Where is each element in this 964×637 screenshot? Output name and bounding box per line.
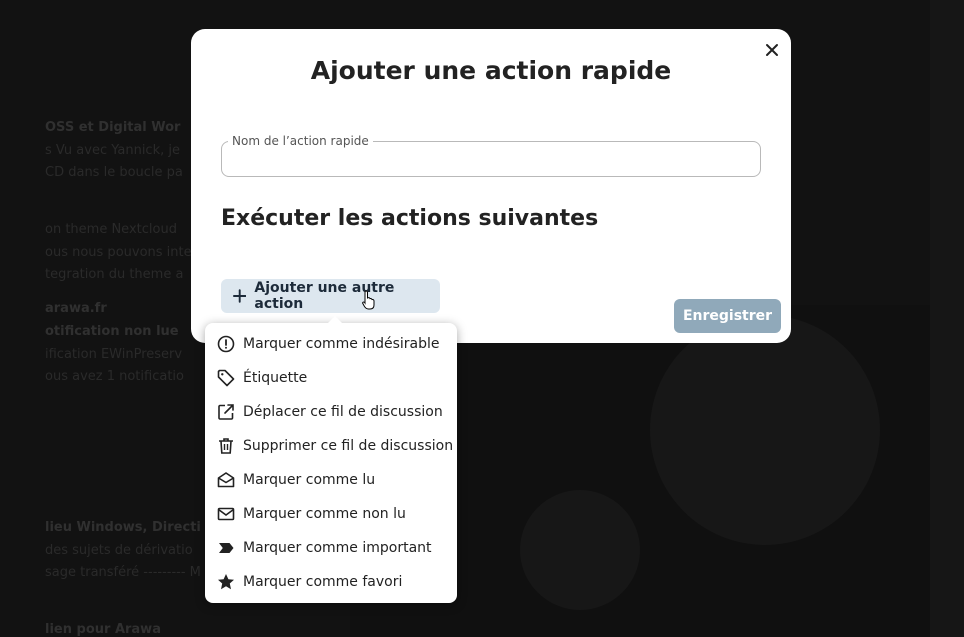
background-text: OSS et Digital Wor — [45, 120, 181, 135]
trash-icon — [219, 438, 233, 454]
background-text: ification EWinPreserv — [45, 347, 183, 362]
important-icon — [219, 543, 234, 553]
menu-item-mark-unread[interactable]: Marquer comme non lu — [205, 497, 457, 531]
menu-item-tag[interactable]: Étiquette — [205, 361, 457, 395]
menu-arrow — [327, 316, 343, 324]
mouse-cursor-icon — [362, 290, 375, 310]
action-type-menu: Marquer comme indésirable Étiquette Dépl… — [205, 316, 457, 603]
menu-item-mark-important[interactable]: Marquer comme important — [205, 531, 457, 565]
mail-open-icon — [217, 472, 235, 488]
mail-icon — [217, 507, 235, 521]
background-text: sage transféré --------- M — [45, 565, 201, 580]
background-decoration — [520, 490, 640, 610]
menu-item-mark-favorite[interactable]: Marquer comme favori — [205, 565, 457, 599]
menu-item-mark-spam[interactable]: Marquer comme indésirable — [205, 327, 457, 361]
menu-item-label: Marquer comme lu — [243, 472, 376, 488]
background-text: ous nous pouvons inte — [45, 245, 192, 260]
background-text: tegration du theme a — [45, 267, 184, 282]
menu-item-label: Déplacer ce fil de discussion — [243, 404, 443, 420]
save-button[interactable]: Enregistrer — [674, 299, 781, 333]
add-action-label: Ajouter une autre action — [254, 280, 395, 312]
quick-action-name-input[interactable] — [232, 150, 751, 170]
background-text: ous avez 1 notificatio — [45, 369, 184, 384]
background-scrollbar-area — [930, 0, 964, 637]
menu-item-label: Marquer comme non lu — [243, 506, 406, 522]
alert-circle-icon — [217, 335, 235, 353]
background-text: arawa.fr — [45, 301, 107, 316]
background-text: lieu Windows, Directi — [45, 520, 201, 535]
star-icon — [218, 574, 234, 590]
tag-icon — [217, 369, 235, 387]
menu-item-delete-thread[interactable]: Supprimer ce fil de discussion — [205, 429, 457, 463]
menu-item-mark-read[interactable]: Marquer comme lu — [205, 463, 457, 497]
close-icon[interactable] — [765, 43, 779, 57]
menu-item-label: Étiquette — [243, 370, 308, 386]
background-decoration — [650, 315, 880, 545]
quick-action-name-field[interactable]: Nom de l’action rapide — [221, 133, 761, 177]
quick-action-name-label: Nom de l’action rapide — [228, 133, 373, 149]
section-title: Exécuter les actions suivantes — [221, 206, 599, 231]
menu-item-move-thread[interactable]: Déplacer ce fil de discussion — [205, 395, 457, 429]
plus-icon — [233, 289, 247, 303]
menu-item-label: Marquer comme favori — [243, 574, 403, 590]
menu-item-label: Marquer comme important — [243, 540, 432, 556]
menu-item-label: Marquer comme indésirable — [243, 336, 440, 352]
background-text: lien pour Arawa — [45, 622, 161, 637]
quick-action-modal: Ajouter une action rapide Nom de l’actio… — [191, 29, 791, 343]
background-text: s Vu avec Yannick, je — [45, 143, 180, 158]
background-text: CD dans le boucle pa — [45, 165, 183, 180]
add-action-button[interactable]: Ajouter une autre action — [221, 279, 440, 313]
external-link-icon — [218, 404, 234, 420]
background-text: on theme Nextcloud — [45, 222, 177, 237]
modal-title: Ajouter une action rapide — [310, 56, 672, 85]
menu-item-label: Supprimer ce fil de discussion — [243, 438, 454, 454]
background-text: des sujets de dérivatio — [45, 543, 193, 558]
background-text: otification non lue — [45, 324, 179, 339]
